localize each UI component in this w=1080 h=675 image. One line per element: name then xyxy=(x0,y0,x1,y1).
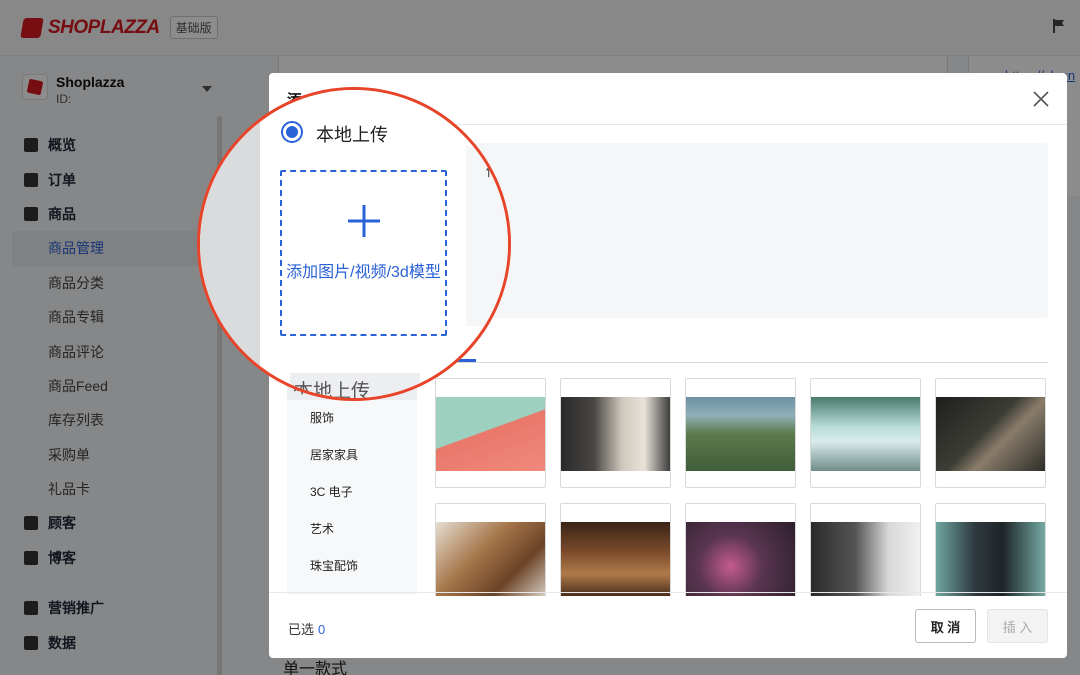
image-grid xyxy=(435,378,1047,596)
category-item[interactable]: 珠宝配饰 xyxy=(287,548,417,585)
close-icon[interactable] xyxy=(1032,90,1050,108)
tab-bar xyxy=(454,362,1048,363)
category-item[interactable]: 居家家具 xyxy=(287,437,417,474)
image-thumbnail[interactable] xyxy=(810,503,921,596)
selected-summary: 已选 0 xyxy=(288,619,325,638)
divider xyxy=(269,592,1067,593)
image-thumbnail[interactable] xyxy=(685,503,796,596)
plus-icon xyxy=(348,205,380,237)
category-item[interactable]: 3C 电子 xyxy=(287,474,417,511)
selected-count: 0 xyxy=(318,622,326,637)
add-media-label: 添加图片/视频/3d模型 xyxy=(286,264,441,281)
category-item[interactable]: 服饰 xyxy=(287,400,417,437)
category-item[interactable]: 艺术 xyxy=(287,511,417,548)
upload-zone-label: 传 xyxy=(486,163,500,179)
insert-button[interactable]: 插 入 xyxy=(987,609,1048,643)
image-thumbnail[interactable] xyxy=(935,378,1046,488)
local-upload-radio[interactable] xyxy=(281,121,303,143)
zoom-highlight: 传 本地上传 添加图片/视频/3d模型 本地上传 xyxy=(197,87,511,401)
cancel-button[interactable]: 取 消 xyxy=(915,609,976,643)
image-thumbnail[interactable] xyxy=(560,378,671,488)
tab-local-upload[interactable] xyxy=(458,362,480,365)
image-thumbnail[interactable] xyxy=(935,503,1046,596)
category-list: 本地上传 服饰 居家家具 3C 电子 艺术 珠宝配饰 xyxy=(287,370,417,595)
image-thumbnail[interactable] xyxy=(810,378,921,488)
image-thumbnail[interactable] xyxy=(685,378,796,488)
selected-label: 已选 xyxy=(288,622,315,637)
local-upload-radio-label: 本地上传 xyxy=(316,125,388,145)
add-media-button[interactable]: 添加图片/视频/3d模型 xyxy=(280,170,447,336)
image-thumbnail[interactable] xyxy=(560,503,671,596)
category-header[interactable]: 本地上传 xyxy=(290,373,420,398)
image-thumbnail[interactable] xyxy=(435,503,546,596)
